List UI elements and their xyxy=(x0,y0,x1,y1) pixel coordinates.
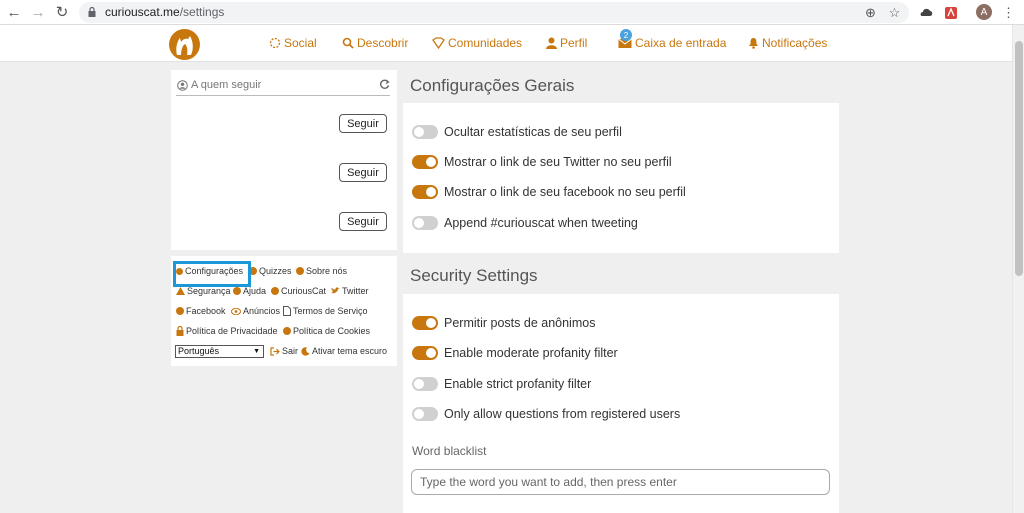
moon-icon xyxy=(301,346,310,356)
link-privacidade[interactable]: Política de Privacidade xyxy=(176,326,278,336)
menu-icon[interactable]: ⋮ xyxy=(1000,4,1017,21)
site-header: Social Descobrir Comunidades Perfil 2 Ca… xyxy=(0,25,1012,62)
who-to-follow-panel: A quem seguir Seguir Seguir Seguir xyxy=(171,70,397,250)
word-blacklist-input[interactable] xyxy=(411,469,830,495)
general-settings-title: Configurações Gerais xyxy=(410,76,575,95)
pdf-extension-icon[interactable] xyxy=(942,4,959,21)
link-seguranca[interactable]: Segurança xyxy=(176,286,231,296)
toggle-strict-filter[interactable] xyxy=(412,377,438,391)
link-curiouscat[interactable]: CuriousCat xyxy=(271,286,326,296)
facebook-icon xyxy=(176,307,184,315)
nav-perfil[interactable]: Perfil xyxy=(546,36,587,50)
lock-icon xyxy=(176,326,184,336)
who-to-follow-label: A quem seguir xyxy=(191,79,262,91)
toggle-registered-only[interactable] xyxy=(412,407,438,421)
toggle-anonymous[interactable] xyxy=(412,316,438,330)
help-icon xyxy=(233,287,241,295)
address-bar[interactable]: curiouscat.me/settings xyxy=(79,2,909,23)
who-to-follow-header: A quem seguir xyxy=(176,76,390,96)
warning-icon xyxy=(176,287,185,295)
lock-icon xyxy=(88,7,96,17)
link-cookies[interactable]: Política de Cookies xyxy=(283,326,370,336)
document-icon xyxy=(283,306,291,316)
nav-descobrir[interactable]: Descobrir xyxy=(342,36,408,50)
social-icon xyxy=(269,37,281,49)
link-sobre-nos[interactable]: Sobre nós xyxy=(296,266,347,276)
toggle-hide-stats[interactable] xyxy=(412,125,438,139)
extension-icon[interactable] xyxy=(918,4,935,21)
toggle-show-facebook[interactable] xyxy=(412,185,438,199)
security-settings-title: Security Settings xyxy=(410,266,538,285)
general-settings-card: Ocultar estatísticas de seu perfil Mostr… xyxy=(403,103,839,253)
refresh-icon[interactable] xyxy=(379,79,390,90)
nav-social[interactable]: Social xyxy=(269,36,317,50)
logout-icon xyxy=(270,346,280,356)
user-circle-icon xyxy=(177,80,188,91)
configuracoes-highlight-box xyxy=(173,261,251,287)
word-blacklist-label: Word blacklist xyxy=(412,444,487,458)
chevron-down-icon: ▼ xyxy=(253,348,260,355)
cookie-icon xyxy=(283,327,291,335)
url-text: curiouscat.me/settings xyxy=(105,5,225,19)
star-icon[interactable]: ☆ xyxy=(886,4,903,21)
user-icon xyxy=(546,37,557,49)
follow-button-1[interactable]: Seguir xyxy=(339,114,387,133)
info-icon xyxy=(296,267,304,275)
follow-button-2[interactable]: Seguir xyxy=(339,163,387,182)
toggle-moderate-filter[interactable] xyxy=(412,346,438,360)
security-settings-card: Permitir posts de anônimos Enable modera… xyxy=(403,294,839,513)
link-tema-escuro[interactable]: Ativar tema escuro xyxy=(301,346,387,356)
curiouscat-icon xyxy=(271,287,279,295)
link-termos[interactable]: Termos de Serviço xyxy=(283,306,368,316)
setting-row-append-hashtag[interactable]: Append #curiouscat when tweeting xyxy=(412,216,638,230)
reload-icon[interactable]: ↻ xyxy=(53,3,71,21)
browser-toolbar: ← → ↻ curiouscat.me/settings ⊕ ☆ A ⋮ xyxy=(0,0,1024,25)
link-twitter[interactable]: Twitter xyxy=(331,286,369,296)
scrollbar-thumb[interactable] xyxy=(1015,41,1023,276)
setting-row-hide-stats[interactable]: Ocultar estatísticas de seu perfil xyxy=(412,125,622,139)
setting-row-strict-filter[interactable]: Enable strict profanity filter xyxy=(412,377,591,391)
zoom-icon[interactable]: ⊕ xyxy=(862,4,879,21)
setting-row-anonymous[interactable]: Permitir posts de anônimos xyxy=(412,316,595,330)
bell-icon xyxy=(749,38,758,49)
language-select[interactable]: Português ▼ xyxy=(175,345,264,358)
link-facebook[interactable]: Facebook xyxy=(176,306,226,316)
toggle-show-twitter[interactable] xyxy=(412,155,438,169)
inbox-count-badge: 2 xyxy=(620,29,632,41)
nav-caixa-de-entrada[interactable]: 2 Caixa de entrada xyxy=(618,29,726,50)
link-anuncios[interactable]: Anúncios xyxy=(231,306,280,316)
nav-comunidades[interactable]: Comunidades xyxy=(432,36,522,50)
twitter-icon xyxy=(331,287,340,294)
setting-row-show-facebook[interactable]: Mostrar o link de seu facebook no seu pe… xyxy=(412,185,686,199)
link-quizzes[interactable]: Quizzes xyxy=(249,266,292,276)
page-scrollbar[interactable] xyxy=(1012,25,1024,513)
setting-row-show-twitter[interactable]: Mostrar o link de seu Twitter no seu per… xyxy=(412,155,672,169)
profile-avatar[interactable]: A xyxy=(976,4,992,20)
follow-button-3[interactable]: Seguir xyxy=(339,212,387,231)
search-icon xyxy=(342,37,354,49)
setting-row-registered-only[interactable]: Only allow questions from registered use… xyxy=(412,407,680,421)
curiouscat-logo[interactable] xyxy=(169,29,200,60)
back-icon[interactable]: ← xyxy=(5,3,23,21)
toggle-append-hashtag[interactable] xyxy=(412,216,438,230)
nav-notificacoes[interactable]: Notificações xyxy=(748,36,827,50)
setting-row-moderate-filter[interactable]: Enable moderate profanity filter xyxy=(412,346,618,360)
link-sair[interactable]: Sair xyxy=(270,346,298,356)
forward-icon[interactable]: → xyxy=(29,3,47,21)
link-ajuda[interactable]: Ajuda xyxy=(233,286,266,296)
eye-icon xyxy=(231,307,241,315)
communities-icon xyxy=(432,37,445,49)
